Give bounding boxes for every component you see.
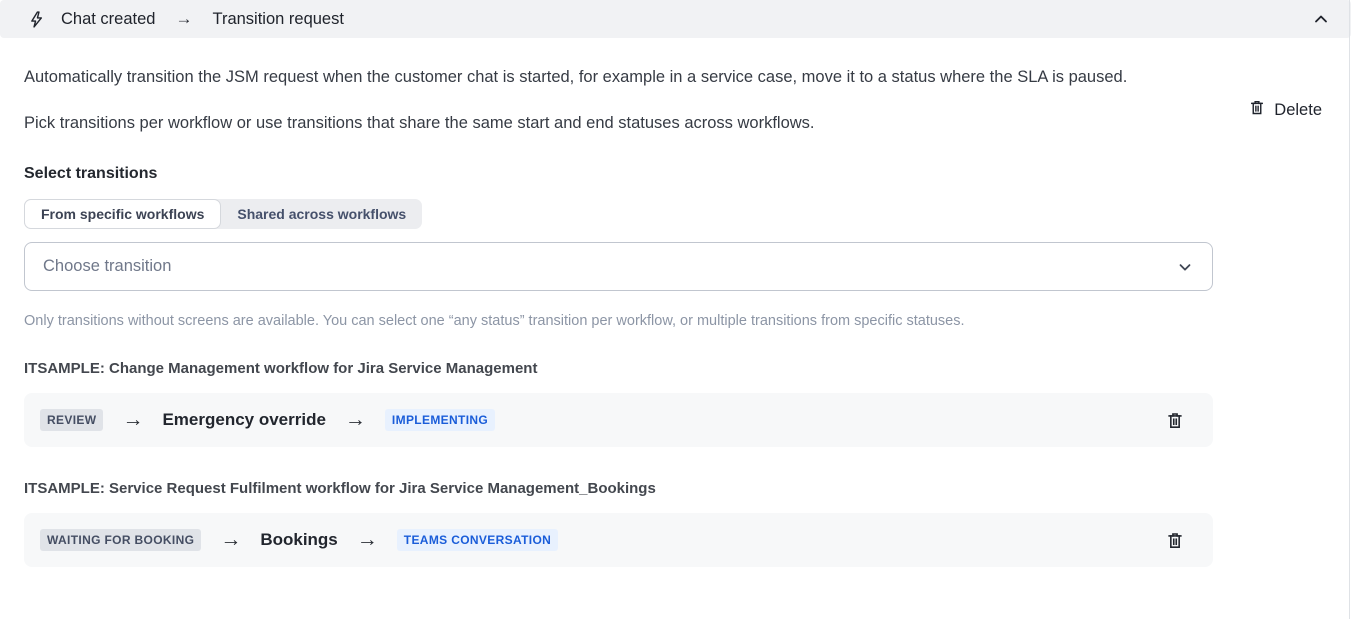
action-label: Transition request [212,10,343,29]
transition-name: Emergency override [162,410,325,430]
arrow-right-icon: → [175,9,192,29]
arrow-right-icon: → [345,408,366,432]
rule-body: Delete Automatically transition the JSM … [0,38,1351,567]
remove-transition-button[interactable] [1161,406,1189,435]
workflow-name: ITSAMPLE: Change Management workflow for… [24,360,1351,377]
to-status-badge: TEAMS CONVERSATION [397,529,558,551]
workflow-mode-tabs: From specific workflows Shared across wo… [24,199,422,229]
rule-header[interactable]: Chat created → Transition request [0,0,1351,38]
to-status-badge: IMPLEMENTING [385,409,495,431]
transition-row: WAITING FOR BOOKING → Bookings → TEAMS C… [24,513,1213,567]
arrow-right-icon: → [220,528,241,552]
page-right-edge-divider [1349,0,1350,619]
rule-description-line2: Pick transitions per workflow or use tra… [24,109,1202,137]
automation-bolt-icon [27,10,46,29]
from-status-badge: WAITING FOR BOOKING [40,529,201,551]
transitions-helper-text: Only transitions without screens are ava… [24,313,1351,329]
from-status-badge: REVIEW [40,409,103,431]
automation-rule-panel: Chat created → Transition request Delete… [0,0,1351,567]
arrow-right-icon: → [357,528,378,552]
trash-icon [1248,98,1266,122]
collapse-chevron-up-icon[interactable] [1311,9,1331,29]
tab-shared-across-workflows[interactable]: Shared across workflows [221,199,422,229]
arrow-right-icon: → [122,408,143,432]
workflow-name: ITSAMPLE: Service Request Fulfilment wor… [24,480,1351,497]
remove-transition-button[interactable] [1161,526,1189,555]
workflow-group-change-management: ITSAMPLE: Change Management workflow for… [24,360,1351,447]
choose-transition-select[interactable]: Choose transition [24,242,1213,291]
delete-label: Delete [1274,101,1322,120]
select-placeholder: Choose transition [43,257,171,276]
delete-rule-button[interactable]: Delete [1248,98,1322,122]
trigger-label: Chat created [61,10,155,29]
chevron-down-icon [1176,258,1194,276]
transition-name: Bookings [260,530,337,550]
tab-from-specific-workflows[interactable]: From specific workflows [24,199,221,229]
transition-row: REVIEW → Emergency override → IMPLEMENTI… [24,393,1213,447]
workflow-group-service-request: ITSAMPLE: Service Request Fulfilment wor… [24,480,1351,567]
rule-description-line1: Automatically transition the JSM request… [24,63,1202,91]
select-transitions-heading: Select transitions [24,165,1351,183]
